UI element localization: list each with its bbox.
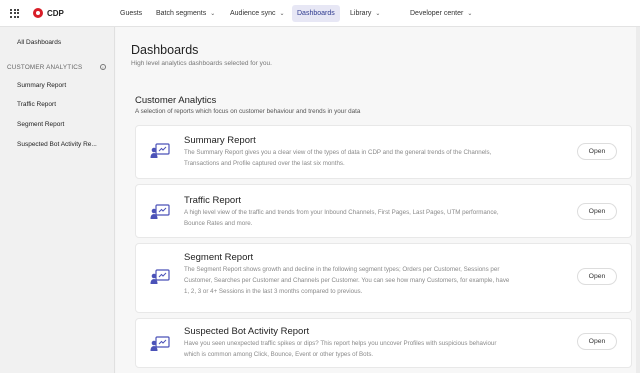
page-subtitle: High level analytics dashboards selected… [131, 60, 272, 67]
card-description-line: Have you seen unexpected traffic spikes … [184, 340, 497, 347]
section-title: Customer Analytics [135, 95, 217, 106]
card-description-line: Transactions and Profile captured over t… [184, 160, 345, 167]
card-description: Have you seen unexpected traffic spikes … [184, 338, 529, 360]
chevron-down-icon: ⌄ [375, 11, 381, 17]
nav-library[interactable]: Library ⌄ [345, 5, 385, 22]
report-card-segment: Segment Report The Segment Report shows … [135, 243, 632, 313]
card-description-line: The Summary Report gives you a clear vie… [184, 149, 492, 156]
apps-grid-icon[interactable] [10, 8, 19, 18]
sidebar-item-traffic-report[interactable]: Traffic Report [17, 101, 56, 108]
open-traffic-report-button[interactable]: Open [577, 203, 617, 220]
nav-developer-center-label: Developer center [410, 10, 464, 17]
info-icon[interactable]: i [100, 64, 106, 70]
open-summary-report-button[interactable]: Open [577, 143, 617, 160]
card-description-line: Customer, Searches per Customer and Chan… [184, 277, 510, 284]
report-dashboard-icon [150, 336, 170, 351]
top-navigation-bar: CDP Guests Batch segments ⌄ Audience syn… [0, 0, 640, 27]
nav-audience-sync-label: Audience sync [230, 10, 276, 17]
main-content: Dashboards High level analytics dashboar… [116, 27, 640, 373]
sidebar-item-summary-report[interactable]: Summary Report [17, 82, 66, 89]
sidebar-item-segment-report[interactable]: Segment Report [17, 121, 64, 128]
scrollbar-track[interactable] [636, 27, 640, 373]
nav-batch-segments[interactable]: Batch segments ⌄ [151, 5, 220, 22]
page-title: Dashboards [131, 43, 199, 57]
nav-guests-label: Guests [120, 10, 143, 17]
sidebar-item-all-dashboards[interactable]: All Dashboards [17, 39, 61, 46]
report-dashboard-icon [150, 204, 170, 219]
nav-dashboards[interactable]: Dashboards [292, 5, 340, 22]
open-suspected-bot-activity-report-button[interactable]: Open [577, 333, 617, 350]
report-dashboard-icon [150, 143, 170, 158]
card-title: Segment Report [184, 252, 254, 263]
card-description-line: which is common among Click, Bounce, Eve… [184, 351, 374, 358]
card-description-line: The Segment Report shows growth and decl… [184, 266, 500, 273]
report-card-traffic: Traffic Report A high level view of the … [135, 184, 632, 238]
report-card-suspected-bot-activity: Suspected Bot Activity Report Have you s… [135, 318, 632, 368]
cdp-logo-icon [33, 8, 43, 18]
report-dashboard-icon [150, 269, 170, 284]
card-description: The Summary Report gives you a clear vie… [184, 147, 529, 169]
chevron-down-icon: ⌄ [467, 11, 473, 17]
chevron-down-icon: ⌄ [210, 11, 216, 17]
nav-audience-sync[interactable]: Audience sync ⌄ [225, 5, 290, 22]
app-logo-text: CDP [47, 8, 64, 18]
nav-batch-segments-label: Batch segments [156, 10, 207, 17]
app-logo[interactable]: CDP [33, 8, 64, 18]
report-card-summary: Summary Report The Summary Report gives … [135, 125, 632, 179]
nav-dashboards-label: Dashboards [297, 10, 335, 17]
sidebar-item-suspected-bot-activity[interactable]: Suspected Bot Activity Re... [17, 141, 97, 148]
open-segment-report-button[interactable]: Open [577, 268, 617, 285]
card-title: Traffic Report [184, 195, 242, 206]
card-title: Summary Report [184, 135, 256, 146]
card-description-line: Bounce Rates and more. [184, 220, 253, 227]
card-description: The Segment Report shows growth and decl… [184, 264, 529, 297]
section-subtitle: A selection of reports which focus on cu… [135, 108, 361, 115]
card-title: Suspected Bot Activity Report [184, 326, 310, 337]
nav-guests[interactable]: Guests [115, 5, 147, 22]
nav-library-label: Library [350, 10, 372, 17]
chevron-down-icon: ⌄ [279, 11, 285, 17]
card-description: A high level view of the traffic and tre… [184, 207, 529, 229]
sidebar-section-label: CUSTOMER ANALYTICS [7, 64, 83, 71]
sidebar: All Dashboards CUSTOMER ANALYTICS i Summ… [0, 27, 115, 373]
card-description-line: 1, 2, 3 or 4+ Sessions in the last 3 mon… [184, 288, 363, 295]
nav-developer-center[interactable]: Developer center ⌄ [405, 5, 477, 22]
card-description-line: A high level view of the traffic and tre… [184, 209, 499, 216]
